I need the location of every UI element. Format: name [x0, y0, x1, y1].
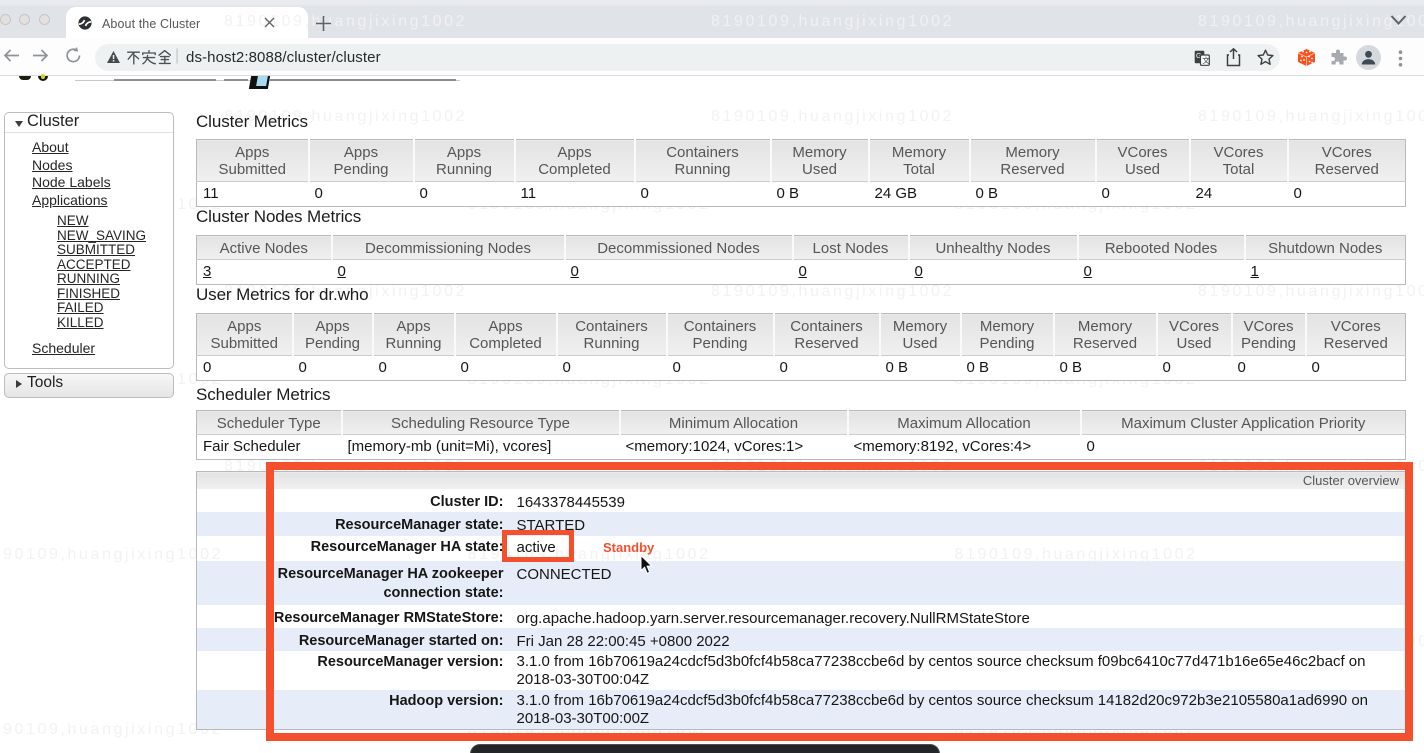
svg-text:文: 文 — [1202, 55, 1210, 65]
